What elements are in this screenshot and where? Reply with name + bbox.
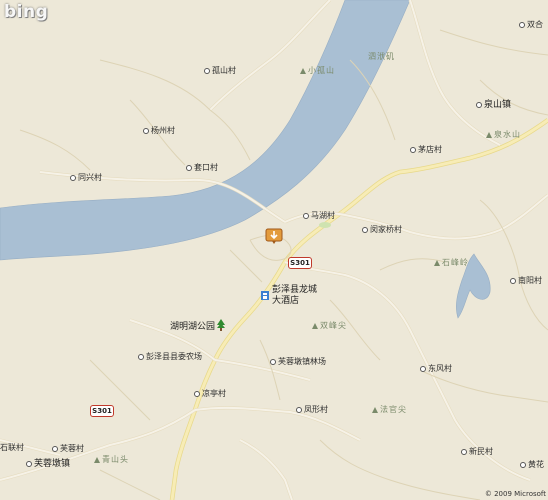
- place-label[interactable]: 彭泽县县委农场: [138, 352, 202, 362]
- place-label[interactable]: 泉山镇: [476, 100, 511, 110]
- place-label[interactable]: 套口村: [186, 163, 218, 173]
- place-label[interactable]: 芙蓉墩镇林场: [270, 357, 326, 367]
- place-label[interactable]: 芙蓉村: [52, 444, 84, 454]
- road-shield-s301: S301: [90, 405, 114, 417]
- peak-icon: [486, 132, 492, 138]
- place-label[interactable]: 新民村: [461, 447, 493, 457]
- place-label[interactable]: 凉亭村: [194, 389, 226, 399]
- peak-icon: [94, 457, 100, 463]
- hill-label[interactable]: 法官尖: [372, 405, 407, 415]
- map-base-layer[interactable]: [0, 0, 548, 500]
- hill-label[interactable]: 泗洑矶: [368, 52, 395, 62]
- place-label[interactable]: 芙蓉墩镇: [26, 459, 70, 469]
- peak-icon: [300, 68, 306, 74]
- poi-label-hotel[interactable]: 彭泽县龙城: [272, 285, 317, 295]
- hotel-icon[interactable]: [260, 289, 270, 301]
- place-label[interactable]: 双合: [519, 20, 543, 30]
- copyright-notice: © 2009 Microsoft: [484, 490, 546, 498]
- place-label[interactable]: 凤形村: [296, 405, 328, 415]
- place-label[interactable]: 东风村: [420, 364, 452, 374]
- hill-label[interactable]: 双峰尖: [312, 321, 347, 331]
- road-shield-s301: S301: [288, 257, 312, 269]
- river: [0, 0, 411, 261]
- place-label[interactable]: 黄花: [520, 460, 544, 470]
- peak-icon: [434, 260, 440, 266]
- place-label[interactable]: 杨州村: [143, 126, 175, 136]
- map-view[interactable]: bing S301 S301 双合 孤山村 小孤山 泗洑矶 杨州村 泉山镇 泉水…: [0, 0, 548, 500]
- park-tree-icon[interactable]: [216, 319, 226, 331]
- place-label[interactable]: 孤山村: [204, 66, 236, 76]
- peak-icon: [372, 407, 378, 413]
- place-label[interactable]: 南阳村: [510, 276, 542, 286]
- place-label[interactable]: 石联村: [0, 443, 24, 453]
- hill-label[interactable]: 小孤山: [300, 66, 335, 76]
- place-label[interactable]: 同兴村: [70, 173, 102, 183]
- hill-label[interactable]: 泉水山: [486, 130, 521, 140]
- highway-s301: [169, 118, 548, 500]
- hill-label[interactable]: 青山头: [94, 455, 129, 465]
- location-pin-icon[interactable]: [265, 228, 283, 244]
- poi-label-hotel[interactable]: 大酒店: [272, 296, 299, 306]
- place-label[interactable]: 马湖村: [303, 211, 335, 221]
- peak-icon: [312, 323, 318, 329]
- place-label[interactable]: 闵家桥村: [362, 225, 402, 235]
- park-area: [319, 222, 331, 228]
- place-label[interactable]: 茅店村: [410, 145, 442, 155]
- hill-label[interactable]: 石峰岭: [434, 258, 469, 268]
- bing-logo[interactable]: bing: [4, 2, 48, 22]
- park-label[interactable]: 湖明湖公园: [170, 322, 215, 332]
